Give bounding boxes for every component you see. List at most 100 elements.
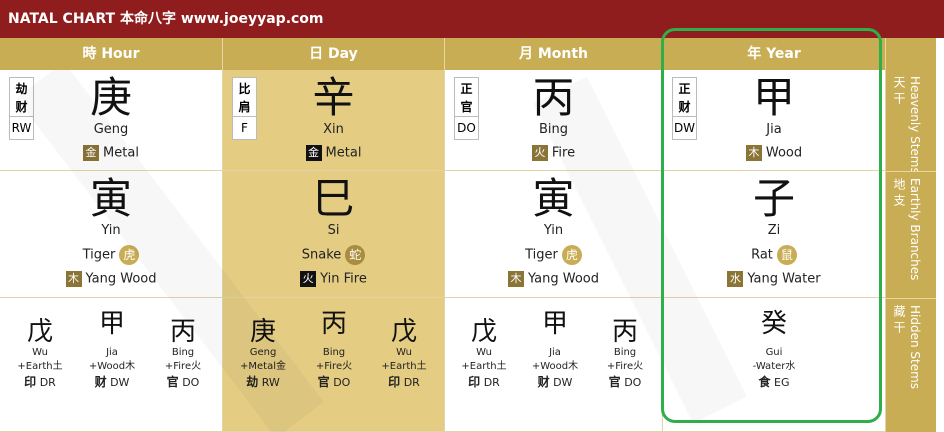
hidden-stem-pinyin: Gui	[765, 347, 783, 358]
hidden-stem: 丙 Bing +Fire火 官 DO	[148, 318, 218, 391]
animal-badge: 鼠	[776, 245, 797, 265]
stem-pinyin: Bing	[538, 122, 569, 137]
animal-badge: 虎	[119, 245, 140, 265]
side-label-hidden-en: Hidden Stems	[908, 305, 922, 390]
hidden-stem: 戊 Wu +Earth土 印 DR	[5, 318, 75, 391]
animal-badge: 虎	[561, 245, 582, 265]
hidden-stem-char: 庚	[249, 317, 276, 347]
hidden-stem-char: 丙	[169, 317, 196, 347]
side-label-earthly-cn: 地 支	[892, 178, 906, 206]
stem-element: Fire	[551, 145, 576, 161]
branch-char: 寅	[532, 174, 575, 223]
ten-god-char: 印	[388, 375, 401, 389]
hidden-stem-pinyin: Bing	[613, 347, 637, 358]
ten-god-abbr: DO	[333, 376, 351, 389]
branch-cell-year: 子 Zi Rat 鼠 水 Yang Water	[663, 171, 886, 298]
hidden-stem-element: +Earth土	[461, 361, 507, 372]
hidden-stem: 庚 Geng +Metal金 劫 RW	[228, 318, 298, 391]
stem-cell-year: 正 财 DW 甲 Jia 木 Wood	[663, 70, 886, 171]
stem-cell-month: 正 官 DO 丙 Bing 火 Fire	[445, 70, 663, 171]
ten-god-char: 食	[758, 375, 771, 389]
hidden-stem-pinyin: Wu	[396, 347, 412, 358]
ten-god-abbr: EG	[774, 376, 790, 389]
stem-element: Wood	[765, 145, 803, 161]
hidden-cell-month: 戊 Wu +Earth土 印 DR 甲 Jia +Wood木 财 DW 丙 Bi…	[445, 298, 663, 432]
ten-god-abbr: DR	[403, 376, 420, 389]
hidden-stem: 癸 Gui -Water水 食 EG	[739, 310, 809, 391]
branch-pinyin: Yin	[101, 223, 121, 238]
branch-cell-month: 寅 Yin Tiger 虎 木 Yang Wood	[445, 171, 663, 298]
hidden-cell-day: 庚 Geng +Metal金 劫 RW 丙 Bing +Fire火 官 DO 戊…	[223, 298, 445, 432]
element-badge: 木	[745, 145, 762, 161]
stem-pinyin: Geng	[93, 122, 129, 137]
side-label-heavenly-cn: 天 干	[892, 76, 906, 104]
element-badge: 火	[531, 145, 548, 161]
element-badge: 火	[300, 271, 317, 287]
hidden-stem-char: 癸	[760, 309, 787, 339]
stem-char: 庚	[89, 73, 132, 122]
branch-char: 子	[752, 174, 795, 223]
hidden-cell-hour: 戊 Wu +Earth土 印 DR 甲 Jia +Wood木 财 DW 丙 Bi…	[0, 298, 223, 432]
branch-char: 寅	[89, 174, 132, 223]
hidden-stem-char: 戊	[470, 317, 497, 347]
stem-element: Metal	[325, 145, 362, 161]
chart-title: NATAL CHART 本命八字 www.joeyyap.com	[0, 0, 944, 38]
hidden-stem-pinyin: Bing	[171, 347, 195, 358]
hidden-stem-pinyin: Jia	[549, 347, 561, 358]
hidden-stem-element: +Earth土	[17, 361, 63, 372]
ten-god-abbr: DW	[110, 376, 130, 389]
hidden-stem-pinyin: Jia	[106, 347, 118, 358]
branch-cell-day: 巳 Si Snake 蛇 火 Yin Fire	[223, 171, 445, 298]
hidden-stem-element: +Fire火	[606, 361, 644, 372]
side-label-earthly-branches: 地 支 Earthly Branches	[886, 171, 936, 298]
stem-char: 甲	[752, 73, 795, 122]
hidden-cell-year: 癸 Gui -Water水 食 EG	[663, 298, 886, 432]
hidden-stem-element: -Water水	[752, 361, 796, 372]
ten-god-char: 劫	[246, 375, 259, 389]
hidden-stem-char: 丙	[320, 309, 347, 339]
element-badge: 水	[727, 271, 744, 287]
stem-pinyin: Jia	[766, 122, 782, 137]
branch-animal: Rat	[751, 247, 773, 263]
branch-element: Yang Wood	[528, 271, 599, 287]
hidden-stem-element: +Earth土	[381, 361, 427, 372]
hidden-stem: 戊 Wu +Earth土 印 DR	[449, 318, 519, 391]
side-label-earthly-en: Earthly Branches	[908, 178, 922, 281]
header-month: 月 Month	[445, 38, 663, 70]
branch-element: Yang Water	[747, 271, 821, 287]
header-hour: 時 Hour	[0, 38, 223, 70]
element-badge: 金	[83, 145, 100, 161]
header-year: 年 Year	[663, 38, 886, 70]
ten-god-abbr: RW	[261, 376, 280, 389]
ten-god-abbr: DO	[624, 376, 642, 389]
element-badge: 木	[65, 271, 82, 287]
hidden-stem-element: +Fire火	[164, 361, 202, 372]
branch-pinyin: Zi	[767, 223, 781, 238]
hidden-stem-char: 丙	[611, 317, 638, 347]
side-label-heavenly-en: Heavenly Stems	[908, 76, 922, 174]
stem-pinyin: Xin	[323, 122, 344, 137]
ten-god-abbr: DR	[39, 376, 56, 389]
ten-god-abbr: DW	[553, 376, 573, 389]
hidden-stem-char: 甲	[541, 309, 568, 339]
stem-element: Metal	[103, 145, 139, 161]
branch-char: 巳	[312, 174, 355, 223]
stem-cell-hour: 劫 财 RW 庚 Geng 金 Metal	[0, 70, 223, 171]
hidden-stem-element: +Wood木	[88, 361, 136, 372]
hidden-stem-element: +Metal金	[240, 361, 286, 372]
ten-god-char: 官	[166, 375, 179, 389]
stem-char: 辛	[312, 73, 355, 122]
hidden-stem-pinyin: Wu	[32, 347, 48, 358]
hidden-stem-element: +Fire火	[315, 361, 353, 372]
branch-element: Yang Wood	[85, 271, 157, 287]
ten-god-char: 印	[24, 375, 37, 389]
hidden-stem-pinyin: Bing	[322, 347, 346, 358]
animal-badge: 蛇	[345, 245, 366, 265]
ten-god-abbr: DR	[483, 376, 500, 389]
ten-god-char: 财	[94, 375, 107, 389]
side-label-hidden-stems: 藏 干 Hidden Stems	[886, 298, 936, 432]
hidden-stem-element: +Wood木	[531, 361, 579, 372]
stem-char: 丙	[532, 73, 575, 122]
branch-pinyin: Yin	[543, 223, 564, 238]
branch-animal: Snake	[301, 247, 342, 263]
